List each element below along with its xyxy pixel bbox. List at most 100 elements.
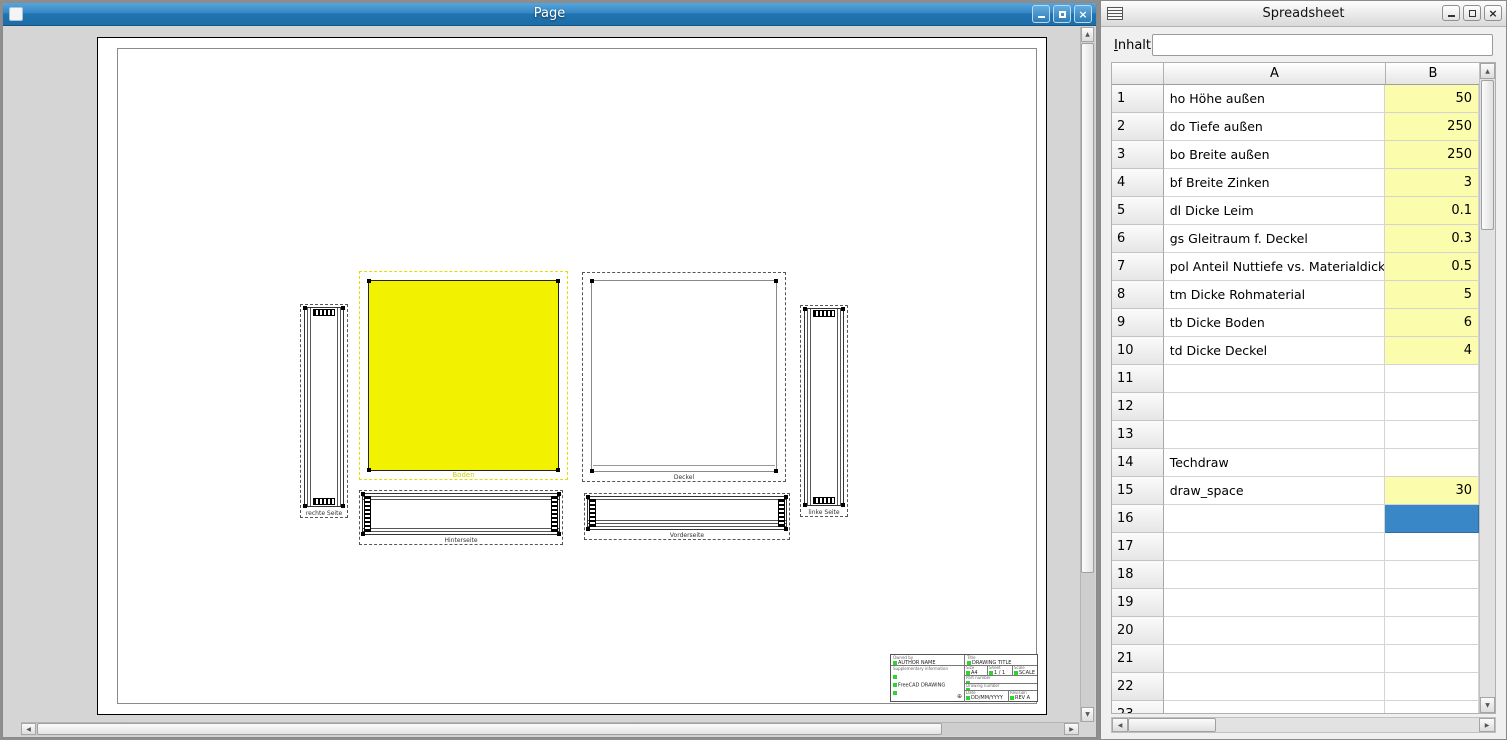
row-header[interactable]: 7: [1112, 253, 1164, 281]
title-block-revision-cell[interactable]: Revision REV A: [1009, 691, 1037, 702]
row-header[interactable]: 8: [1112, 281, 1164, 309]
cell-b[interactable]: [1385, 701, 1480, 713]
close-button[interactable]: ×: [1074, 5, 1092, 23]
vertical-scroll-thumb[interactable]: [1081, 43, 1094, 573]
cell-a[interactable]: [1164, 365, 1385, 393]
title-block-title-cell[interactable]: Title DRAWING TITLE: [965, 655, 1037, 665]
cell-a[interactable]: pol Anteil Nuttiefe vs. Materialdicke: [1164, 253, 1385, 281]
row-header[interactable]: 20: [1112, 617, 1164, 645]
minimize-button[interactable]: [1032, 5, 1050, 23]
cell-b[interactable]: [1385, 421, 1480, 449]
row-header[interactable]: 1: [1112, 85, 1164, 113]
cell-a[interactable]: [1164, 701, 1385, 713]
page-titlebar[interactable]: Page ×: [3, 3, 1096, 26]
row-header[interactable]: 9: [1112, 309, 1164, 337]
title-block-supplementary-cell[interactable]: Supplementary information FreeCAD DRAWIN…: [891, 666, 965, 702]
row-header[interactable]: 4: [1112, 169, 1164, 197]
row-header[interactable]: 16: [1112, 505, 1164, 533]
cell-a[interactable]: do Tiefe außen: [1164, 113, 1385, 141]
view-deckel-face[interactable]: [591, 280, 777, 472]
view-rechte-seite[interactable]: rechte Seite: [300, 304, 348, 518]
scroll-up-button[interactable]: ▲: [1480, 63, 1495, 79]
vertex-dot[interactable]: [556, 279, 560, 283]
row-header[interactable]: 19: [1112, 589, 1164, 617]
cell-a[interactable]: tb Dicke Boden: [1164, 309, 1385, 337]
cell-b[interactable]: 3: [1385, 169, 1480, 197]
cell-a[interactable]: tm Dicke Rohmaterial: [1164, 281, 1385, 309]
row-header[interactable]: 3: [1112, 141, 1164, 169]
page-vertical-scrollbar[interactable]: ▲ ▼: [1080, 27, 1095, 722]
corner-header-cell[interactable]: [1112, 63, 1164, 85]
cell-a[interactable]: gs Gleitraum f. Deckel: [1164, 225, 1385, 253]
vertex-dot[interactable]: [557, 492, 561, 496]
column-header-b[interactable]: B: [1386, 63, 1481, 85]
cell-a[interactable]: draw_space: [1164, 477, 1385, 505]
cell-b[interactable]: 0.3: [1385, 225, 1480, 253]
horizontal-scroll-thumb[interactable]: [37, 723, 942, 735]
title-block-sheet-cell[interactable]: Sheet 1 / 1: [988, 666, 1013, 675]
drawing-sheet[interactable]: Boden Deckel: [97, 37, 1047, 715]
title-block-part-number-cell[interactable]: Part number: [965, 676, 1037, 684]
vertex-dot[interactable]: [803, 503, 807, 507]
cell-b[interactable]: 0.5: [1385, 253, 1480, 281]
cell-a[interactable]: bf Breite Zinken: [1164, 169, 1385, 197]
grid-horizontal-scrollbar[interactable]: ◀ ▶: [1111, 717, 1496, 733]
cell-b[interactable]: [1385, 673, 1480, 701]
scroll-left-button[interactable]: ◀: [21, 723, 36, 735]
scroll-down-button[interactable]: ▼: [1480, 697, 1495, 713]
cell-a[interactable]: [1164, 589, 1385, 617]
cell-a[interactable]: dl Dicke Leim: [1164, 197, 1385, 225]
cell-a[interactable]: td Dicke Deckel: [1164, 337, 1385, 365]
row-header[interactable]: 22: [1112, 673, 1164, 701]
page-horizontal-scrollbar[interactable]: ◀ ▶: [21, 722, 1079, 736]
cell-a[interactable]: Techdraw: [1164, 449, 1385, 477]
title-block-date-cell[interactable]: Date DD/MM/YYYY: [965, 691, 1009, 702]
cell-a[interactable]: [1164, 561, 1385, 589]
vertex-dot[interactable]: [341, 306, 345, 310]
cell-a[interactable]: [1164, 673, 1385, 701]
vertex-dot[interactable]: [586, 495, 590, 499]
row-header[interactable]: 17: [1112, 533, 1164, 561]
title-block-owner-cell[interactable]: Owned by AUTHOR NAME: [891, 655, 965, 665]
horizontal-scroll-thumb[interactable]: [1128, 718, 1216, 732]
view-boden-face[interactable]: [368, 280, 559, 471]
cell-b[interactable]: [1385, 449, 1480, 477]
vertex-dot[interactable]: [361, 492, 365, 496]
cell-b[interactable]: [1385, 393, 1480, 421]
vertex-dot[interactable]: [303, 306, 307, 310]
cell-b[interactable]: 5: [1385, 281, 1480, 309]
cell-b[interactable]: [1385, 365, 1480, 393]
view-vorderseite-face[interactable]: [587, 496, 787, 530]
row-header[interactable]: 12: [1112, 393, 1164, 421]
vertex-dot[interactable]: [590, 279, 594, 283]
view-rechte-seite-face[interactable]: [304, 307, 344, 507]
row-header[interactable]: 10: [1112, 337, 1164, 365]
vertex-dot[interactable]: [774, 279, 778, 283]
cell-b[interactable]: [1385, 505, 1480, 533]
view-boden[interactable]: Boden: [359, 271, 568, 480]
cell-b[interactable]: 50: [1385, 85, 1480, 113]
cell-b[interactable]: 4: [1385, 337, 1480, 365]
view-linke-seite-face[interactable]: [804, 308, 844, 506]
vertex-dot[interactable]: [841, 503, 845, 507]
row-header[interactable]: 18: [1112, 561, 1164, 589]
title-block-scale-cell[interactable]: Scale SCALE: [1013, 666, 1037, 675]
scroll-up-button[interactable]: ▲: [1081, 27, 1094, 42]
cell-b[interactable]: 30: [1385, 477, 1480, 505]
row-header[interactable]: 11: [1112, 365, 1164, 393]
row-header[interactable]: 21: [1112, 645, 1164, 673]
view-deckel[interactable]: Deckel: [582, 272, 786, 482]
cell-b[interactable]: [1385, 533, 1480, 561]
cell-a[interactable]: [1164, 617, 1385, 645]
cell-b[interactable]: 6: [1385, 309, 1480, 337]
column-header-a[interactable]: A: [1164, 63, 1386, 85]
close-button[interactable]: ×: [1484, 5, 1502, 21]
view-linke-seite[interactable]: linke Seite: [800, 305, 848, 517]
title-block-size-cell[interactable]: Size A4: [965, 666, 988, 675]
cell-a[interactable]: [1164, 645, 1385, 673]
vertex-dot[interactable]: [586, 527, 590, 531]
vertex-dot[interactable]: [361, 532, 365, 536]
cell-a[interactable]: [1164, 421, 1385, 449]
cell-a[interactable]: [1164, 505, 1385, 533]
row-header[interactable]: 2: [1112, 113, 1164, 141]
